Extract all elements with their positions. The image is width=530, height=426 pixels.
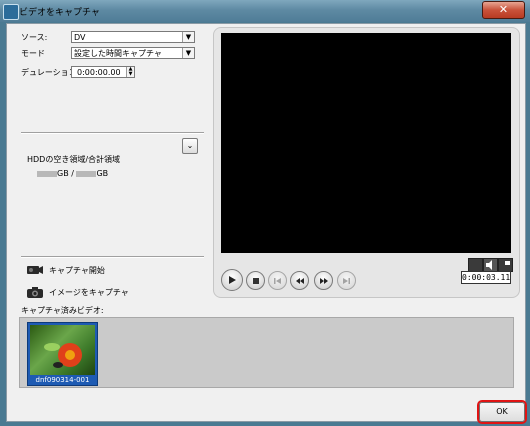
captured-video-thumbnail[interactable]: dnf090314-001 <box>27 322 98 386</box>
source-value: DV <box>74 33 86 42</box>
thumbnail-label: dnf090314-001 <box>35 376 90 384</box>
duration-value: 0:00:00.00 <box>77 68 121 77</box>
expand-button[interactable]: ⌄ <box>182 138 198 154</box>
next-button[interactable] <box>337 271 356 290</box>
double-chevron-down-icon: ⌄ <box>186 141 194 150</box>
mode-label: モード <box>21 49 45 58</box>
skip-forward-icon <box>343 277 350 284</box>
app-icon <box>3 4 19 20</box>
title-bar: ビデオをキャプチャ ✕ <box>0 0 530 22</box>
window-size-icon[interactable] <box>498 258 513 272</box>
capture-image-label: イメージをキャプチャ <box>49 287 129 297</box>
disk-space-values: GB / GB <box>37 169 108 178</box>
disk-space-label: HDDの空き領域/合計領域 <box>27 155 121 164</box>
duration-input[interactable]: 0:00:00.00 ▲ ▼ <box>71 66 135 78</box>
total-space-unit: GB <box>96 169 109 178</box>
separator <box>21 132 204 134</box>
separator <box>21 256 204 258</box>
source-select[interactable]: DV ▼ <box>71 31 195 43</box>
rewind-button[interactable] <box>290 271 309 290</box>
chevron-down-icon[interactable]: ▼ <box>182 32 194 42</box>
stop-icon <box>252 277 259 284</box>
play-button[interactable] <box>221 269 243 291</box>
capture-image-button[interactable]: イメージをキャプチャ <box>26 285 129 299</box>
video-preview <box>221 33 511 253</box>
video-preview-panel: 0:00:03.11 <box>213 27 520 298</box>
spinner-icon[interactable]: ▲ ▼ <box>126 67 134 77</box>
capture-video-dialog: ビデオをキャプチャ ✕ ソース: DV ▼ モード 設定した時間キャプチャ ▼ … <box>0 0 530 426</box>
dialog-content: ソース: DV ▼ モード 設定した時間キャプチャ ▼ デュレーション: 0:0… <box>6 23 526 422</box>
close-button[interactable]: ✕ <box>482 1 525 19</box>
volume-icon[interactable] <box>483 258 498 272</box>
rewind-icon <box>295 277 304 284</box>
play-icon <box>229 276 236 284</box>
previous-button[interactable] <box>268 271 287 290</box>
redacted-free-value <box>37 170 57 177</box>
timecode-display: 0:00:03.11 <box>461 271 511 284</box>
mode-value: 設定した時間キャプチャ <box>74 49 162 58</box>
skip-back-icon <box>274 277 281 284</box>
mode-select[interactable]: 設定した時間キャプチャ ▼ <box>71 47 195 59</box>
start-capture-label: キャプチャ開始 <box>49 265 105 275</box>
stop-button[interactable] <box>246 271 265 290</box>
free-space-unit: GB <box>57 169 69 178</box>
captured-videos-label: キャプチャ済みビデオ: <box>21 306 104 315</box>
redacted-total-value <box>76 170 97 177</box>
fast-forward-button[interactable] <box>314 271 333 290</box>
separator-text: / <box>68 169 77 178</box>
fullscreen-icon[interactable] <box>468 258 483 272</box>
window-title: ビデオをキャプチャ <box>19 8 100 18</box>
camcorder-icon <box>26 263 44 277</box>
captured-videos-panel: dnf090314-001 <box>19 317 514 388</box>
fast-forward-icon <box>319 277 328 284</box>
ok-button[interactable]: OK <box>479 402 525 422</box>
source-label: ソース: <box>21 33 48 42</box>
start-capture-button[interactable]: キャプチャ開始 <box>26 263 105 277</box>
chevron-down-icon[interactable]: ▼ <box>182 48 194 58</box>
video-thumbnail-image <box>30 325 95 375</box>
camera-icon <box>26 285 44 299</box>
